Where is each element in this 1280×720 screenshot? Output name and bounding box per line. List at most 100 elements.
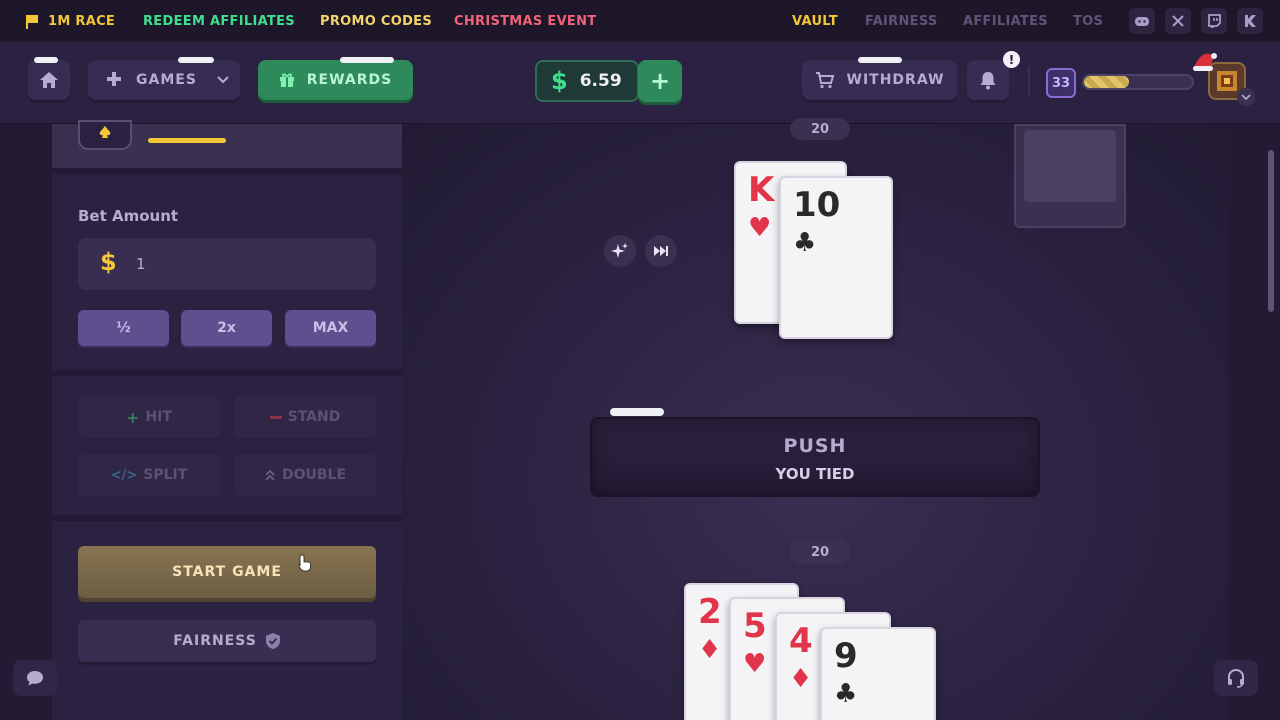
double-chevron-up-icon: [265, 469, 275, 481]
tos-link-label: TOS: [1073, 13, 1104, 29]
fairness-link[interactable]: FAIRNESS: [865, 12, 938, 30]
snow-decoration: [610, 408, 664, 416]
card-suit: ♥: [748, 213, 772, 243]
card-rank: K: [748, 170, 775, 210]
player-score: 20: [790, 540, 850, 564]
gift-icon: [279, 73, 294, 87]
card-suit: ♥: [743, 649, 767, 679]
minus-icon: [269, 415, 282, 419]
panel-header: [52, 120, 402, 168]
race-link-label: 1M RACE: [48, 13, 116, 29]
sparkle-icon: [611, 243, 628, 258]
chat-button[interactable]: [13, 660, 57, 696]
dealer-card-2: 10 ♣: [779, 176, 893, 339]
split-label: SPLIT: [143, 467, 188, 483]
half-bet-label: ½: [116, 320, 131, 336]
x-icon[interactable]: [1165, 8, 1191, 34]
panel-divider: [52, 370, 402, 376]
plus-icon: +: [126, 407, 140, 427]
deck-top-card: [1024, 130, 1116, 202]
start-game-button[interactable]: START GAME: [78, 546, 376, 598]
chevron-down-icon: [1241, 94, 1251, 100]
discord-icon[interactable]: [1129, 8, 1155, 34]
gamepad-icon: [107, 72, 121, 86]
promo-codes-label: PROMO CODES: [320, 13, 433, 29]
panel-divider: [52, 168, 402, 174]
bell-icon: [980, 72, 996, 90]
result-title: PUSH: [783, 435, 847, 457]
hit-label: HIT: [145, 409, 172, 425]
scrollbar[interactable]: [1268, 150, 1274, 312]
header-divider: [1028, 66, 1030, 96]
affiliates-link[interactable]: AFFILIATES: [963, 12, 1048, 30]
plus-icon: +: [649, 67, 671, 95]
double-bet-label: 2x: [217, 320, 236, 336]
snow-decoration: [34, 57, 58, 63]
panel-divider: [52, 515, 402, 521]
deposit-button[interactable]: +: [638, 60, 682, 102]
card-suit: ♦: [789, 664, 813, 694]
vault-link-label: VAULT: [792, 13, 838, 29]
result-subtitle: YOU TIED: [775, 465, 855, 483]
race-link[interactable]: 1M RACE: [26, 12, 115, 30]
games-dropdown[interactable]: GAMES: [88, 60, 240, 100]
card-suit: ♣: [834, 679, 858, 709]
stand-button[interactable]: STAND: [234, 396, 376, 438]
dollar-icon: $: [100, 248, 117, 276]
dealer-score: 20: [790, 118, 850, 140]
balance-value: 6.59: [579, 71, 622, 91]
half-bet-button[interactable]: ½: [78, 310, 169, 346]
card-rank: 2: [698, 592, 722, 632]
split-icon: </>: [110, 467, 138, 483]
card-rank: 9: [834, 636, 858, 676]
notification-badge: !: [1003, 51, 1020, 68]
christmas-event-label: CHRISTMAS EVENT: [454, 13, 597, 29]
withdraw-button[interactable]: WITHDRAW: [802, 60, 957, 100]
spade-icon: [99, 126, 111, 138]
flag-icon: [26, 15, 40, 29]
withdraw-label: WITHDRAW: [846, 72, 945, 88]
home-icon: [40, 72, 58, 88]
profile-menu-button[interactable]: [1237, 88, 1255, 106]
games-label: GAMES: [136, 72, 197, 88]
fairness-label: FAIRNESS: [173, 633, 257, 649]
card-suit: ♣: [793, 228, 817, 258]
game-badge: [78, 120, 132, 150]
rewards-button[interactable]: REWARDS: [258, 60, 413, 100]
home-button[interactable]: [28, 60, 70, 100]
fairness-button[interactable]: FAIRNESS: [78, 620, 376, 662]
sparkle-button[interactable]: [604, 235, 636, 267]
vault-link[interactable]: VAULT: [792, 12, 838, 30]
double-button[interactable]: DOUBLE: [234, 454, 376, 496]
rewards-label: REWARDS: [306, 72, 393, 88]
santa-hat-icon: [1193, 53, 1217, 71]
bet-amount-input[interactable]: $ 1: [78, 238, 376, 290]
notifications-button[interactable]: [967, 60, 1009, 100]
card-rank: 4: [789, 621, 813, 661]
bet-amount-value: 1: [136, 255, 146, 273]
level-badge: 33: [1046, 68, 1076, 98]
double-bet-button[interactable]: 2x: [181, 310, 272, 346]
card-deck: [1014, 124, 1126, 228]
support-button[interactable]: [1214, 660, 1258, 696]
cart-icon: [815, 72, 834, 89]
redeem-affiliates-link[interactable]: REDEEM AFFILIATES: [143, 12, 295, 30]
bet-amount-label: Bet Amount: [78, 207, 179, 225]
avatar-image-icon: [1217, 71, 1237, 91]
skip-forward-icon: [654, 246, 668, 256]
kick-icon[interactable]: [1237, 8, 1263, 34]
skip-forward-button[interactable]: [645, 235, 677, 267]
start-game-label: START GAME: [172, 564, 282, 580]
redeem-affiliates-label: REDEEM AFFILIATES: [143, 13, 295, 29]
twitch-icon[interactable]: [1201, 8, 1227, 34]
tos-link[interactable]: TOS: [1073, 12, 1103, 30]
card-rank: 10: [793, 185, 841, 225]
fairness-link-label: FAIRNESS: [865, 13, 938, 29]
max-bet-button[interactable]: MAX: [285, 310, 376, 346]
split-button[interactable]: </> SPLIT: [78, 454, 220, 496]
promo-codes-link[interactable]: PROMO CODES: [320, 12, 432, 30]
hit-button[interactable]: + HIT: [78, 396, 220, 438]
chevron-down-icon: [217, 76, 229, 84]
card-rank: 5: [743, 606, 767, 646]
christmas-event-link[interactable]: CHRISTMAS EVENT: [454, 12, 596, 30]
